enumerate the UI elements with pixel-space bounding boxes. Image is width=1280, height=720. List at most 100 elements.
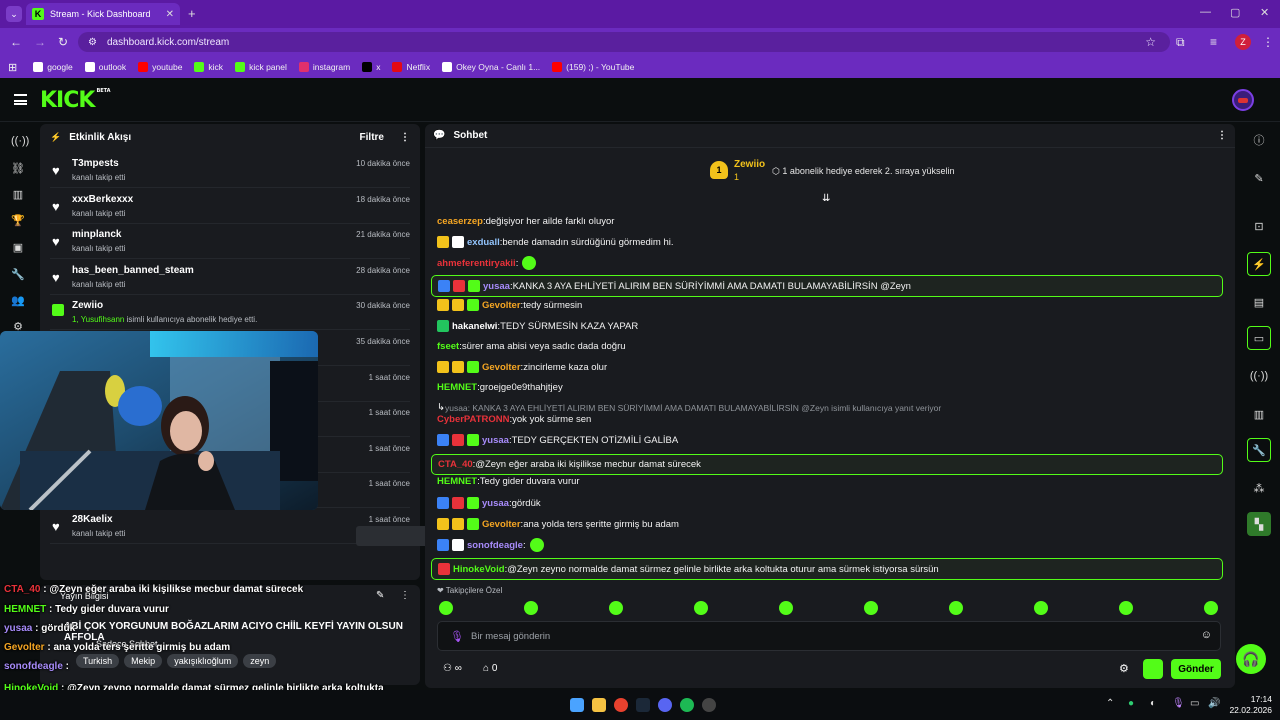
chat-message[interactable]: sonofdeagle: — [437, 538, 1223, 552]
profile-avatar[interactable]: Z — [1235, 34, 1251, 50]
activity-username[interactable]: T3mpests — [72, 158, 119, 169]
chat-message[interactable]: CyberPATRONN: yok yok sürme sen — [437, 414, 1223, 425]
new-tab-icon[interactable]: + — [188, 6, 196, 21]
info-icon[interactable]: ⓘ — [1247, 128, 1271, 152]
quick-emote-icon[interactable] — [609, 601, 623, 615]
activity-item[interactable]: ♥ minplanck kanalı takip etti 21 dakika önc… — [50, 225, 410, 260]
chat-message[interactable]: exduall: bende damadın sürdüğünü görmedi… — [437, 236, 1223, 248]
users-icon[interactable]: ⁂ — [1247, 476, 1271, 500]
chat-message[interactable]: Gevolter: zincirleme kaza olur — [437, 361, 1223, 373]
chat-username[interactable]: HEMNET — [437, 382, 477, 393]
bookmark-item[interactable]: x — [362, 62, 380, 72]
kick-logo[interactable]: KICK BETA — [40, 88, 111, 113]
close-window-icon[interactable]: ✕ — [1260, 6, 1269, 19]
tray-mic-icon[interactable]: 🎙 — [1172, 698, 1185, 709]
obs-icon[interactable] — [702, 698, 716, 712]
chat-username[interactable]: hakanelwi — [452, 321, 497, 332]
browser-menu-icon[interactable]: ⋮ — [1262, 35, 1274, 49]
broadcast-icon[interactable]: ((·)) — [1247, 364, 1271, 388]
quick-emote-icon[interactable] — [524, 601, 538, 615]
chat-message[interactable]: yusaa: TEDY GERÇEKTEN OTİZMİLİ GALİBA — [437, 434, 1223, 446]
chat-message[interactable]: ↳ yusaa: KANKA 3 AYA EHLİYETİ ALIRIM BEN… — [437, 402, 1223, 413]
activity-item[interactable]: ♥ xxxBerkexxx kanalı takip etti 18 dakika ö… — [50, 190, 410, 224]
quick-emote-icon[interactable] — [1119, 601, 1133, 615]
chat-username[interactable]: HEMNET — [437, 476, 477, 487]
channel-points[interactable]: ⚇ ∞ — [443, 663, 462, 674]
bookmark-item[interactable]: Netflix — [392, 62, 430, 72]
document-icon[interactable]: ▤ — [1247, 290, 1271, 314]
bookmark-item[interactable]: kick — [194, 62, 223, 72]
tab-close-icon[interactable]: ✕ — [166, 9, 174, 20]
screenshot-icon[interactable]: ⊡ — [1247, 214, 1271, 238]
tray-app-icon[interactable]: ● — [1128, 698, 1134, 709]
chat-username[interactable]: yusaa — [483, 281, 510, 292]
spotify-icon[interactable] — [680, 698, 694, 712]
activity-item[interactable]: Zewiio 1, Yusufihsann isimli kullanıcıya … — [50, 296, 410, 331]
site-info-icon[interactable]: ⚙ — [88, 37, 97, 48]
chat-username[interactable]: ceaserzep — [437, 216, 483, 227]
activity-username[interactable]: 28Kaelix — [72, 514, 113, 525]
printer-icon[interactable]: ▥ — [1247, 402, 1271, 426]
bookmark-item[interactable]: Okey Oyna - Canlı 1... — [442, 62, 540, 72]
link-icon[interactable]: ⛓ — [11, 162, 25, 176]
community-icon[interactable]: 👥 — [11, 294, 25, 308]
extensions-icon[interactable]: ⧉ — [1176, 35, 1185, 50]
activity-kebab-icon[interactable]: ⋮ — [400, 132, 410, 143]
chat-message[interactable]: Gevolter: tedy sürmesin — [437, 299, 1223, 311]
apps-grid-icon[interactable]: ⊞ — [8, 61, 17, 74]
chat-message[interactable]: ahmeferentiryakii: — [437, 256, 1223, 270]
bolt-panel-icon[interactable]: ⚡ — [1247, 252, 1271, 276]
activity-item[interactable]: ♥ T3mpests kanalı takip etti 10 dakika önce — [50, 154, 410, 188]
bookmark-item[interactable]: instagram — [298, 62, 350, 72]
chat-panel-icon[interactable]: ▭ — [1247, 326, 1271, 350]
chat-message[interactable]: HinokeVoid: @Zeyn zeyno normalde damat s… — [431, 558, 1223, 580]
bookmark-item[interactable]: (159) ;) - YouTube — [552, 62, 634, 72]
bookmark-item[interactable]: kick panel — [235, 62, 287, 72]
bookmark-item[interactable]: youtube — [138, 62, 182, 72]
video-icon[interactable]: ▣ — [11, 241, 25, 255]
start-icon[interactable] — [570, 698, 584, 712]
kick-bot-icon[interactable] — [1143, 659, 1163, 679]
chat-username[interactable]: Gevolter — [482, 362, 521, 373]
activity-username[interactable]: xxxBerkexxx — [72, 194, 133, 205]
activity-username[interactable]: has_been_banned_steam — [72, 265, 194, 276]
support-chat-icon[interactable]: 🎧 — [1236, 644, 1266, 674]
maximize-icon[interactable]: ▢ — [1230, 6, 1240, 19]
quick-emote-icon[interactable] — [779, 601, 793, 615]
quick-emote-icon[interactable] — [1034, 601, 1048, 615]
filter-button[interactable]: Filtre — [360, 132, 384, 143]
tray-steam-icon[interactable]: ◐ — [1150, 698, 1156, 709]
live-broadcast-icon[interactable]: ((·)) — [11, 134, 29, 148]
chat-username[interactable]: HinokeVoid — [453, 564, 505, 575]
chat-message[interactable]: Gevolter: ana yolda ters şeritte girmiş … — [437, 518, 1223, 530]
file-explorer-icon[interactable] — [592, 698, 606, 712]
kick-app-icon[interactable]: ▚ — [1247, 512, 1271, 536]
chat-message[interactable]: HEMNET: Tedy gider duvara vurur — [437, 476, 1223, 487]
chat-message[interactable]: hakanelwi: TEDY SÜRMESİN KAZA YAPAR — [437, 320, 1223, 332]
pinned-gift-leaderboard[interactable]: 1 Zewiio 1 ⬡ 1 abonelik hediye ederek 2.… — [710, 157, 970, 187]
activity-username[interactable]: Zewiio — [72, 300, 103, 311]
system-clock[interactable]: 17:14 22.02.2026 — [1228, 694, 1272, 716]
chat-username[interactable]: fseet — [437, 341, 459, 352]
activity-item[interactable]: ♥ has_been_banned_steam kanalı takip etti 2… — [50, 261, 410, 295]
tools-icon[interactable]: 🔧 — [1247, 438, 1271, 462]
chat-input[interactable]: 🎙 Bir mesaj gönderin ☺ — [437, 621, 1221, 651]
tray-network-icon[interactable]: ▭ — [1190, 698, 1199, 709]
browser-tab[interactable]: K Stream - Kick Dashboard ✕ — [26, 3, 180, 25]
edit-icon[interactable]: ✎ — [1247, 166, 1271, 190]
bookmark-item[interactable]: outlook — [84, 62, 126, 72]
bookmark-star-icon[interactable]: ☆ — [1145, 35, 1156, 49]
url-field[interactable]: ⚙ dashboard.kick.com/stream ☆ — [78, 32, 1170, 52]
chrome-icon[interactable] — [614, 698, 628, 712]
user-avatar[interactable] — [1232, 89, 1254, 111]
activity-username[interactable]: minplanck — [72, 229, 121, 240]
chat-message[interactable]: CTA_40: @Zeyn eğer araba iki kişilikse m… — [431, 454, 1223, 475]
quick-emote-icon[interactable] — [1204, 601, 1218, 615]
trophy-icon[interactable]: 🏆 — [11, 214, 25, 228]
chat-message[interactable]: ceaserzep: değişiyor her ailde farklı ol… — [437, 216, 1223, 227]
forward-icon[interactable]: → — [34, 35, 46, 49]
chat-username[interactable]: ahmeferentiryakii — [437, 258, 516, 269]
webcam-preview[interactable] — [0, 331, 318, 510]
chat-settings-icon[interactable]: ⚙ — [1119, 662, 1129, 675]
scroll-down-icon[interactable]: ⇊ — [822, 193, 830, 204]
